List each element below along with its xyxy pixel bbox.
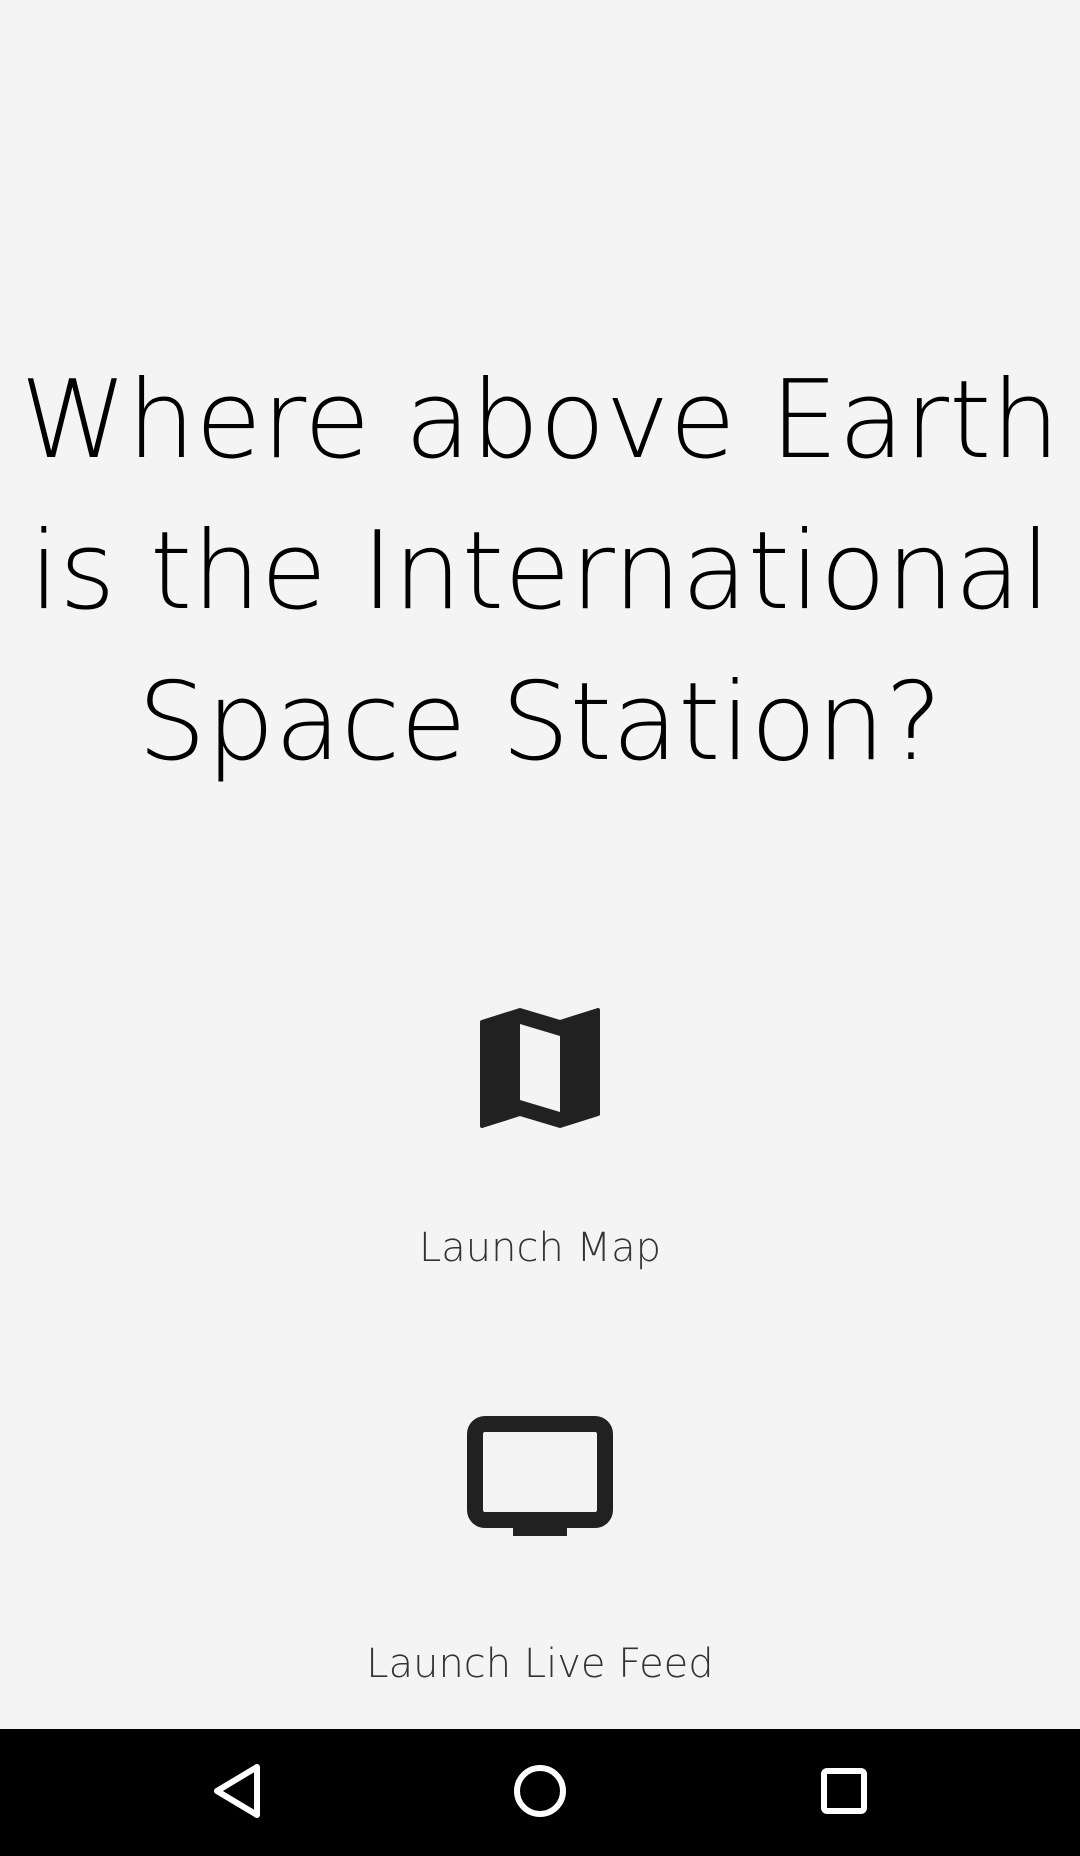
page-title: Where above Earth is the International S… xyxy=(20,358,1060,785)
system-navigation-bar xyxy=(0,1729,1080,1856)
back-button[interactable] xyxy=(157,1729,317,1856)
launch-map-button[interactable]: Launch Map xyxy=(0,1008,1080,1308)
recents-button[interactable] xyxy=(764,1729,924,1856)
tv-icon xyxy=(467,1416,613,1544)
home-circle-icon xyxy=(512,1763,568,1823)
app-screen: Where above Earth is the International S… xyxy=(0,0,1080,1729)
home-button[interactable] xyxy=(460,1729,620,1856)
recents-square-icon xyxy=(820,1767,868,1819)
launch-map-label: Launch Map xyxy=(419,1225,661,1271)
launch-live-feed-button[interactable]: Launch Live Feed xyxy=(0,1416,1080,1696)
map-icon xyxy=(480,1008,600,1128)
back-triangle-icon xyxy=(209,1761,265,1825)
launch-live-feed-label: Launch Live Feed xyxy=(366,1641,714,1687)
